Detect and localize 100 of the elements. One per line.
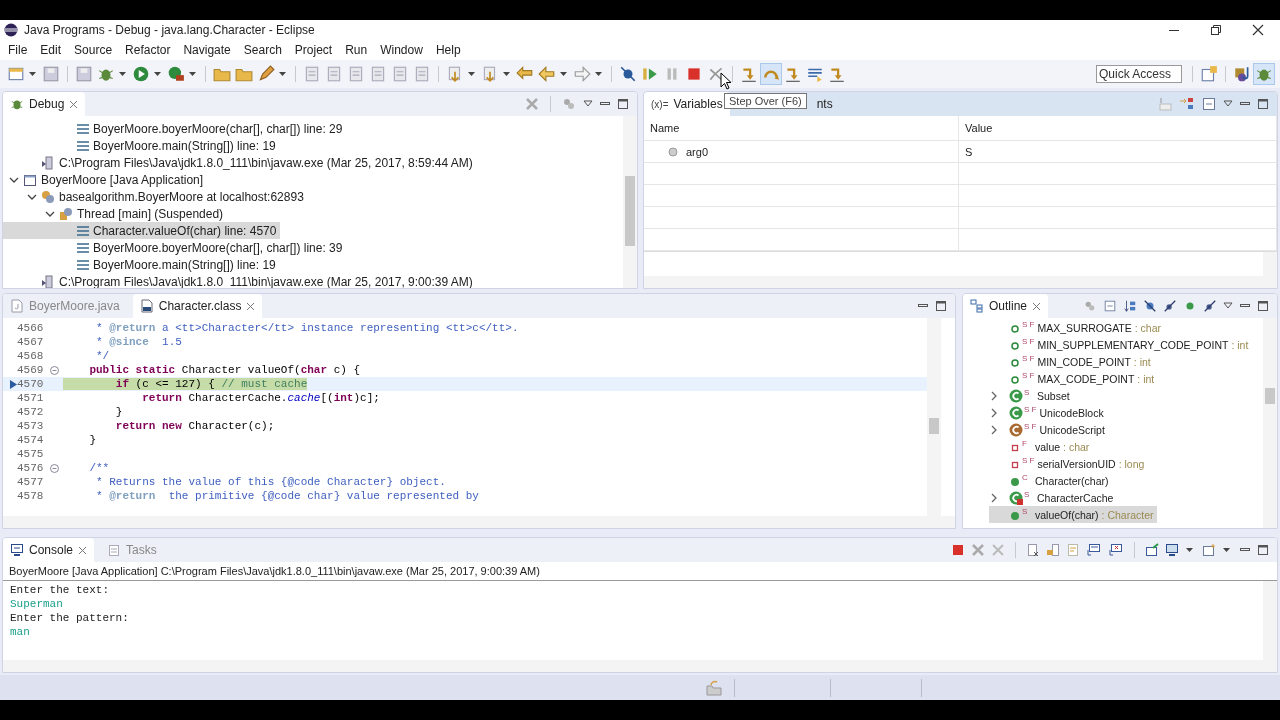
clear-console-icon[interactable] bbox=[1026, 543, 1040, 557]
outline-item[interactable]: S F MAX_CODE_POINT : int bbox=[989, 370, 1158, 387]
dropdown-caret-icon[interactable] bbox=[154, 72, 161, 76]
tree-item[interactable]: BoyerMoore.main(String[]) line: 19 bbox=[3, 256, 280, 273]
outline-item[interactable]: S F UnicodeScript bbox=[989, 421, 1108, 438]
chevron-icon[interactable] bbox=[989, 492, 999, 503]
scrollbar[interactable] bbox=[1263, 252, 1277, 276]
menu-item[interactable]: Edit bbox=[34, 43, 69, 57]
scrollbar[interactable] bbox=[623, 116, 637, 288]
monitor-icon[interactable] bbox=[1165, 543, 1179, 557]
hide-fields-icon[interactable] bbox=[1143, 299, 1157, 313]
maximize-icon[interactable] bbox=[935, 300, 947, 312]
view-tab[interactable]: nts bbox=[809, 92, 840, 116]
maximize-icon[interactable] bbox=[1257, 98, 1269, 110]
outline-item[interactable]: S F serialVersionUID : long bbox=[989, 455, 1148, 472]
dropdown-caret-icon[interactable] bbox=[1186, 548, 1193, 552]
tree-item[interactable]: BoyerMoore.main(String[]) line: 19 bbox=[3, 137, 280, 154]
quick-access-field[interactable]: Quick Access bbox=[1096, 65, 1182, 83]
chevron-icon[interactable] bbox=[989, 407, 999, 418]
restore-icon[interactable] bbox=[1210, 24, 1222, 36]
fold-icon[interactable] bbox=[50, 463, 59, 473]
scrollbar[interactable] bbox=[1263, 318, 1277, 528]
connected-dots-icon[interactable] bbox=[561, 96, 577, 112]
sort-icon[interactable] bbox=[1123, 299, 1137, 313]
speech-bubble-icon[interactable] bbox=[1086, 542, 1102, 558]
scrollbar[interactable] bbox=[3, 660, 1277, 672]
hide-static-icon[interactable] bbox=[1163, 299, 1177, 313]
hide-local-types-icon[interactable] bbox=[1203, 299, 1217, 313]
step-over-icon[interactable] bbox=[761, 64, 781, 84]
outline-item[interactable]: S CharacterCache bbox=[989, 489, 1117, 506]
open-perspective-icon[interactable] bbox=[1199, 64, 1219, 84]
maximize-icon[interactable] bbox=[617, 98, 629, 110]
menu-item[interactable]: Run bbox=[339, 43, 375, 57]
column-header[interactable]: Value bbox=[959, 116, 1277, 140]
tree-item[interactable]: C:\Program Files\Java\jdk1.8.0_111\bin\javaw.exe (Mar 25, 2017, 8:59:44 AM) bbox=[3, 154, 477, 171]
speech-bubble-icon[interactable] bbox=[1108, 542, 1124, 558]
outline-item[interactable]: S F MAX_SURROGATE : char bbox=[989, 319, 1165, 336]
view-menu-icon[interactable] bbox=[1223, 302, 1233, 310]
chevron-icon[interactable] bbox=[989, 390, 999, 401]
menu-item[interactable]: Navigate bbox=[177, 43, 238, 57]
outline-item[interactable]: F value : char bbox=[989, 438, 1093, 455]
chevron-icon[interactable] bbox=[989, 424, 999, 435]
dropdown-caret-icon[interactable] bbox=[595, 72, 602, 76]
scrollbar[interactable] bbox=[1263, 581, 1277, 660]
pencil-icon[interactable] bbox=[256, 64, 276, 84]
view-tab[interactable]: (x)= Variables bbox=[644, 92, 730, 116]
dropdown-caret-icon[interactable] bbox=[119, 72, 126, 76]
menu-item[interactable]: File bbox=[2, 43, 35, 57]
scroll-lock-icon[interactable] bbox=[1046, 543, 1060, 557]
tree-item[interactable]: Character.valueOf(char) line: 4570 bbox=[3, 222, 281, 239]
dropdown-caret-icon[interactable] bbox=[29, 72, 36, 76]
maximize-icon[interactable] bbox=[1257, 544, 1269, 556]
tree-item[interactable]: basealgorithm.BoyerMoore at localhost:62893 bbox=[3, 188, 308, 205]
view-tab[interactable]: Console bbox=[3, 538, 95, 562]
maximize-icon[interactable] bbox=[1257, 300, 1269, 312]
tree-item[interactable]: C:\Program Files\Java\jdk1.8.0_111\bin\javaw.exe (Mar 25, 2017, 9:00:39 AM) bbox=[3, 273, 477, 288]
view-menu-icon[interactable] bbox=[583, 100, 593, 108]
dropdown-caret-icon[interactable] bbox=[189, 72, 196, 76]
outline-item[interactable]: C Character(char) bbox=[989, 472, 1112, 489]
scrollbar[interactable] bbox=[3, 516, 955, 528]
view-menu-icon[interactable] bbox=[1223, 100, 1233, 108]
debug-tab[interactable]: Debug bbox=[3, 92, 86, 116]
menu-item[interactable]: Project bbox=[288, 43, 340, 57]
fold-icon[interactable] bbox=[50, 365, 59, 375]
menu-item[interactable]: Help bbox=[429, 43, 468, 57]
pin-console-icon[interactable] bbox=[1145, 543, 1159, 557]
tree-item[interactable]: BoyerMoore.boyerMoore(char[], char[]) line: 29 bbox=[3, 120, 347, 137]
skip-breakpoints-icon[interactable] bbox=[618, 64, 638, 84]
run-icon[interactable] bbox=[131, 64, 151, 84]
outline-item[interactable]: S F UnicodeBlock bbox=[989, 404, 1107, 421]
outline-item[interactable]: S valueOf(char) : Character bbox=[989, 506, 1157, 523]
new-console-icon[interactable] bbox=[1202, 543, 1216, 557]
menu-item[interactable]: Search bbox=[237, 43, 289, 57]
scrollbar[interactable] bbox=[644, 276, 1277, 288]
dropdown-caret-icon[interactable] bbox=[503, 72, 510, 76]
dropdown-caret-icon[interactable] bbox=[560, 72, 567, 76]
column-header[interactable]: Name bbox=[644, 116, 959, 140]
dropdown-caret-icon[interactable] bbox=[1223, 548, 1230, 552]
terminate-icon[interactable] bbox=[951, 543, 965, 557]
tree-item[interactable]: BoyerMoore.boyerMoore(char[], char[]) line: 39 bbox=[3, 239, 347, 256]
collapse-all-icon[interactable] bbox=[1201, 96, 1217, 112]
bug-icon[interactable] bbox=[1254, 64, 1274, 84]
menu-item[interactable]: Window bbox=[374, 43, 430, 57]
outline-item[interactable]: S Subset bbox=[989, 387, 1073, 404]
variable-name[interactable]: arg0 bbox=[644, 141, 959, 162]
close-icon[interactable] bbox=[1252, 24, 1264, 36]
menu-item[interactable]: Source bbox=[68, 43, 120, 57]
connected-dots-icon[interactable] bbox=[1083, 299, 1097, 313]
dropdown-caret-icon[interactable] bbox=[468, 72, 475, 76]
outline-item[interactable]: S F MIN_CODE_POINT : int bbox=[989, 353, 1154, 370]
scrollbar[interactable] bbox=[927, 318, 941, 516]
editor-tab[interactable]: Character.class bbox=[132, 294, 263, 318]
collapse-all-icon[interactable] bbox=[1103, 299, 1117, 313]
outline-item[interactable]: S F MIN_SUPPLEMENTARY_CODE_POINT : int bbox=[989, 336, 1252, 353]
external-tools-icon[interactable] bbox=[166, 64, 186, 84]
tree-item[interactable]: BoyerMoore [Java Application] bbox=[3, 171, 208, 188]
menu-item[interactable]: Refactor bbox=[119, 43, 178, 57]
tree-item[interactable]: Thread [main] (Suspended) bbox=[3, 205, 228, 222]
collapse-tree-icon[interactable] bbox=[1179, 96, 1195, 112]
dropdown-caret-icon[interactable] bbox=[279, 72, 286, 76]
